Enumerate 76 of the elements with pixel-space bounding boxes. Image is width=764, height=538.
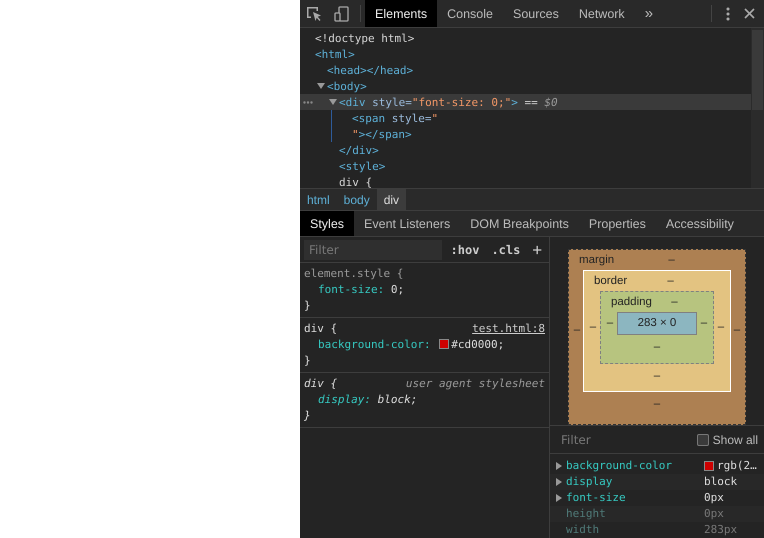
sidebar-tab[interactable]: Styles xyxy=(300,211,354,236)
content-box-value: 283 × 0 xyxy=(617,312,697,336)
code-line: <span style=" xyxy=(352,110,438,126)
breadcrumb-link[interactable]: html xyxy=(300,189,337,210)
css-selector: element.style { xyxy=(304,266,404,282)
box-value: – xyxy=(671,295,678,310)
color-swatch[interactable] xyxy=(439,339,450,349)
box-value: – xyxy=(654,370,660,382)
box-value: – xyxy=(654,341,660,354)
css-selector: div { xyxy=(304,321,338,337)
expand-arrow-icon[interactable] xyxy=(317,82,325,90)
closing-brace: } xyxy=(304,353,312,369)
class-button[interactable]: .cls xyxy=(488,242,524,258)
rule-source: user agent stylesheet xyxy=(406,376,545,392)
sidebar-tab[interactable]: DOM Breakpoints xyxy=(460,211,579,236)
breadcrumb-link[interactable]: body xyxy=(336,189,377,210)
property-name: width xyxy=(566,522,600,536)
code-line: <div style="font-size: 0;"> == $0 xyxy=(339,94,558,110)
scrollbar[interactable] xyxy=(751,28,764,188)
code-line: <body> xyxy=(327,78,367,94)
box-label: padding xyxy=(611,295,652,310)
box-value: – xyxy=(667,274,674,289)
box-label: margin xyxy=(579,253,614,268)
hover-state-button[interactable]: :hov xyxy=(448,242,482,258)
close-icon[interactable] xyxy=(744,8,755,19)
code-line: "></span> xyxy=(352,126,412,142)
box-value: – xyxy=(572,323,582,338)
code-line: <html> xyxy=(315,46,355,62)
property-value: 0px xyxy=(704,490,724,506)
css-declaration[interactable]: display: block; xyxy=(304,392,545,408)
filter-field[interactable]: Filter xyxy=(556,430,666,450)
panel-tab[interactable]: Network xyxy=(568,0,635,27)
property-value: 0px xyxy=(704,506,724,522)
more-icon[interactable] xyxy=(303,100,313,104)
code-line: <style> xyxy=(339,158,386,174)
sidebar-tab[interactable]: Accessibility xyxy=(656,211,744,236)
property-value: 283px xyxy=(704,522,738,538)
show-all-checkbox[interactable]: Show all xyxy=(696,430,758,448)
selected-row[interactable]: <div style="font-size: 0;"> == $0 xyxy=(300,94,751,110)
add-rule-button[interactable]: + xyxy=(529,242,545,258)
css-selector: div { xyxy=(304,376,338,392)
filter-field[interactable]: Filter xyxy=(304,240,442,260)
box-value: – xyxy=(588,320,598,335)
css-declaration[interactable]: background-color: #cd0000; xyxy=(304,337,545,353)
code-line: <!doctype html> xyxy=(315,30,414,46)
panel-tab[interactable]: Elements xyxy=(365,0,438,27)
code-line: </div> xyxy=(339,142,379,158)
box-value: – xyxy=(716,320,726,335)
sidebar-tab[interactable]: Properties xyxy=(578,211,656,236)
box-value: – xyxy=(732,323,742,338)
code-line: <head></head> xyxy=(327,62,414,78)
closing-brace: } xyxy=(304,408,312,424)
box-value: – xyxy=(606,316,614,331)
property-name: display xyxy=(566,474,612,488)
box-value: – xyxy=(654,398,660,410)
expand-arrow-icon[interactable] xyxy=(329,98,337,106)
breadcrumb-link[interactable]: div xyxy=(376,189,406,210)
code-line: div { xyxy=(339,174,372,188)
menu-icon[interactable] xyxy=(726,6,730,20)
closing-brace: } xyxy=(304,298,312,314)
property-name: font-size xyxy=(566,490,626,504)
property-value: rgb(2… xyxy=(717,458,757,474)
property-name: height xyxy=(566,506,606,520)
box-value: – xyxy=(700,316,708,331)
sidebar-tab[interactable]: Event Listeners xyxy=(354,211,460,236)
panel-tab[interactable]: Sources xyxy=(502,0,569,27)
box-value: – xyxy=(668,253,675,268)
property-value: block xyxy=(704,474,738,490)
inspect-icon[interactable] xyxy=(306,6,322,22)
device-icon[interactable] xyxy=(334,6,350,22)
property-name: background-color xyxy=(566,458,672,472)
panel-tab[interactable]: Console xyxy=(437,0,503,27)
more-tabs-button[interactable]: » xyxy=(634,0,664,27)
source-link[interactable]: test.html:8 xyxy=(472,321,545,337)
css-declaration[interactable]: font-size: 0; xyxy=(304,282,545,298)
box-label: border xyxy=(594,274,628,289)
